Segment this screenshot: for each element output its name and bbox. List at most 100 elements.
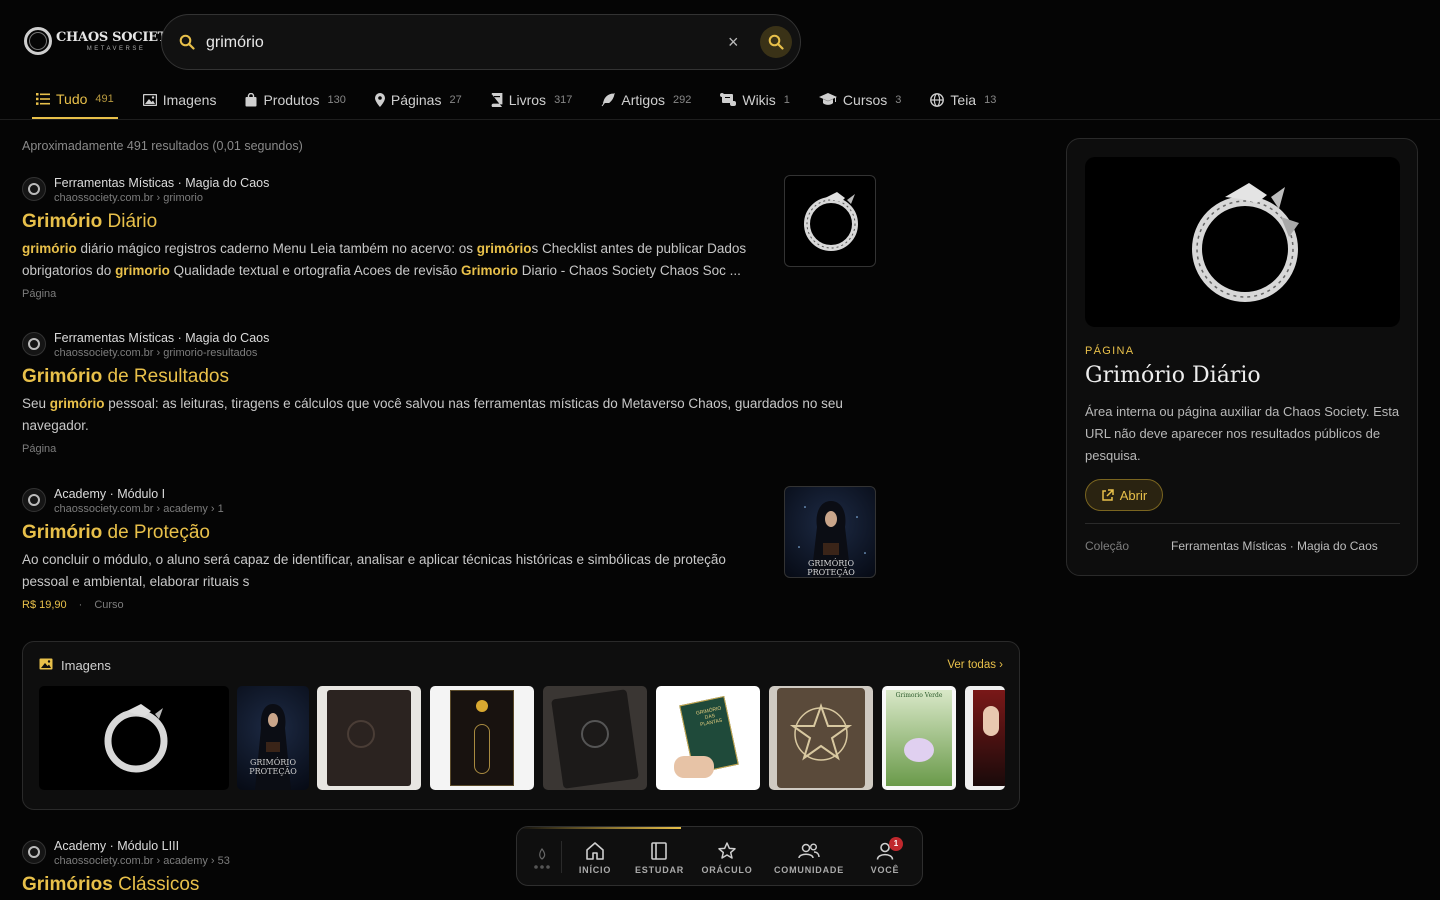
result-url[interactable]: chaossociety.com.br › grimorio — [54, 191, 269, 205]
image-thumbnail[interactable] — [965, 686, 1005, 790]
image-thumbnail[interactable] — [543, 686, 647, 790]
search-bar: × — [161, 14, 801, 70]
result-title-link[interactable]: Grimório de Proteção — [22, 521, 882, 545]
result-snippet: grimório diário mágico registros caderno… — [22, 238, 762, 282]
open-button-label: Abrir — [1119, 487, 1148, 503]
highlighted-term: Grimorio — [461, 263, 519, 278]
tab-count: 317 — [554, 93, 573, 106]
image-thumbnail[interactable]: GRIMÓRIO DAS PLANTAS — [656, 686, 760, 790]
site-favicon — [22, 177, 46, 201]
result-site: Academy · Módulo LIII — [54, 839, 180, 853]
feather-icon — [601, 92, 616, 107]
nav-voce[interactable]: 1 VOCÊ — [869, 837, 903, 875]
bottom-nav: INÍCIO ESTUDAR ORÁCULO COMUNIDADE 1 VOCÊ — [516, 826, 923, 886]
nav-label: VOCÊ — [870, 865, 900, 875]
result-url[interactable]: chaossociety.com.br › academy › 53 — [54, 854, 230, 868]
search-result: Academy · Módulo I chaossociety.com.br ›… — [22, 486, 882, 611]
book-cover-text: GRIMÓRIO PROTEÇÃO — [249, 758, 297, 776]
site-favicon — [22, 840, 46, 864]
result-title-link[interactable]: Grimório de Resultados — [22, 365, 882, 389]
snippet-text: Diario - Chaos Society Chaos Soc ... — [518, 263, 741, 278]
nav-label: ESTUDAR — [635, 865, 685, 875]
result-snippet: Ao concluir o módulo, o aluno será capaz… — [22, 549, 762, 593]
nav-inicio[interactable]: INÍCIO — [575, 841, 615, 875]
open-button[interactable]: Abrir — [1085, 479, 1163, 511]
result-url[interactable]: chaossociety.com.br › academy › 1 — [54, 502, 224, 516]
result-thumbnail[interactable]: GRIMÓRIO PROTEÇÃO — [784, 486, 876, 578]
result-type: Página — [22, 443, 57, 455]
tab-label: Livros — [508, 91, 547, 108]
tab-count: 292 — [673, 93, 692, 106]
tab-teia[interactable]: Teia 13 — [926, 80, 1000, 119]
result-type: Curso — [94, 599, 124, 611]
result-title-link[interactable]: Grimório Diário — [22, 210, 882, 234]
result-price: R$ 19,90 — [22, 599, 67, 611]
result-site: Ferramentas Místicas · Magia do Caos — [54, 331, 270, 345]
book-open-icon — [651, 842, 667, 860]
brand-tagline: METAVERSE — [86, 45, 146, 52]
tab-label: Tudo — [56, 90, 88, 107]
clear-search-button[interactable]: × — [728, 32, 739, 52]
result-site: Academy · Módulo I — [54, 487, 166, 501]
meta-key: Coleção — [1085, 539, 1130, 553]
tab-imagens[interactable]: Imagens — [139, 80, 221, 119]
image-thumbnail[interactable]: GRIMÓRIO PROTEÇÃO — [237, 686, 309, 790]
image-thumbnail[interactable] — [769, 686, 873, 790]
nav-comunidade[interactable]: COMUNIDADE — [771, 841, 847, 875]
search-submit-button[interactable] — [760, 26, 792, 58]
results-stats: Aproximadamente 491 resultados (0,01 seg… — [22, 139, 303, 153]
search-icon — [179, 34, 195, 55]
tab-label: Produtos — [263, 91, 320, 108]
scroll-icon — [720, 93, 737, 106]
knowledge-panel-image — [1085, 157, 1400, 327]
ouroboros-image — [804, 192, 858, 251]
tab-label: Wikis — [742, 91, 776, 108]
book-cover-text: Grimorio Verde — [895, 692, 943, 699]
image-icon — [142, 93, 157, 106]
graduation-cap-icon — [818, 93, 837, 106]
tab-label: Cursos — [842, 91, 888, 108]
nav-estudar[interactable]: ESTUDAR — [635, 841, 683, 875]
tab-artigos[interactable]: Artigos 292 — [597, 80, 695, 119]
image-thumbnail[interactable] — [317, 686, 421, 790]
tab-label: Páginas — [390, 91, 442, 108]
result-snippet: Seu grimório pessoal: as leituras, tirag… — [22, 393, 852, 437]
highlighted-term: grimório — [49, 396, 105, 411]
result-site: Ferramentas Místicas · Magia do Caos — [54, 176, 270, 190]
tab-count: 3 — [895, 93, 902, 106]
highlighted-term: grimório — [476, 241, 532, 256]
tab-count: 491 — [95, 92, 114, 105]
meta-separator: · — [78, 599, 83, 611]
tab-paginas[interactable]: Páginas 27 — [371, 80, 466, 119]
search-tabs: Tudo 491 Imagens Produtos 130 Páginas 27… — [32, 80, 1021, 120]
tab-produtos[interactable]: Produtos 130 — [241, 80, 349, 119]
flame-dots-icon[interactable] — [531, 847, 553, 873]
globe-icon — [930, 92, 945, 107]
tab-count: 1 — [783, 93, 790, 106]
search-input[interactable] — [206, 31, 706, 55]
tab-wikis[interactable]: Wikis 1 — [716, 80, 794, 119]
brand-logo[interactable]: CHAOS SOCIETY METAVERSE — [24, 27, 176, 55]
result-thumbnail[interactable] — [784, 175, 876, 267]
list-icon — [36, 92, 50, 105]
tab-cursos[interactable]: Cursos 3 — [815, 80, 905, 119]
tab-count: 13 — [984, 93, 997, 106]
image-thumbnail[interactable] — [430, 686, 534, 790]
nav-label: ORÁCULO — [701, 865, 753, 875]
ouroboros-icon — [24, 27, 52, 55]
header: CHAOS SOCIETY METAVERSE × Tudo 491 Image… — [0, 0, 1440, 120]
nav-oraculo[interactable]: ORÁCULO — [701, 841, 753, 875]
image-thumbnail[interactable] — [39, 686, 229, 790]
tab-label: Imagens — [162, 91, 217, 108]
image-thumbnail[interactable]: Grimorio Verde — [882, 686, 956, 790]
tab-livros[interactable]: Livros 317 — [487, 80, 577, 119]
users-icon — [798, 843, 820, 859]
images-panel: Imagens Ver todas › GRIMÓRIO PROTEÇÃO GR… — [22, 641, 1020, 810]
tab-tudo[interactable]: Tudo 491 — [32, 80, 118, 119]
see-all-images-link[interactable]: Ver todas › — [947, 659, 1003, 671]
book-cover-text: GRIMÓRIO PROTEÇÃO — [807, 559, 855, 577]
snippet-text: Qualidade textual e ortografia Acoes de … — [169, 263, 462, 278]
result-type: Página — [22, 288, 57, 300]
result-url[interactable]: chaossociety.com.br › grimorio-resultado… — [54, 346, 269, 360]
highlighted-term: grimório — [22, 241, 77, 256]
